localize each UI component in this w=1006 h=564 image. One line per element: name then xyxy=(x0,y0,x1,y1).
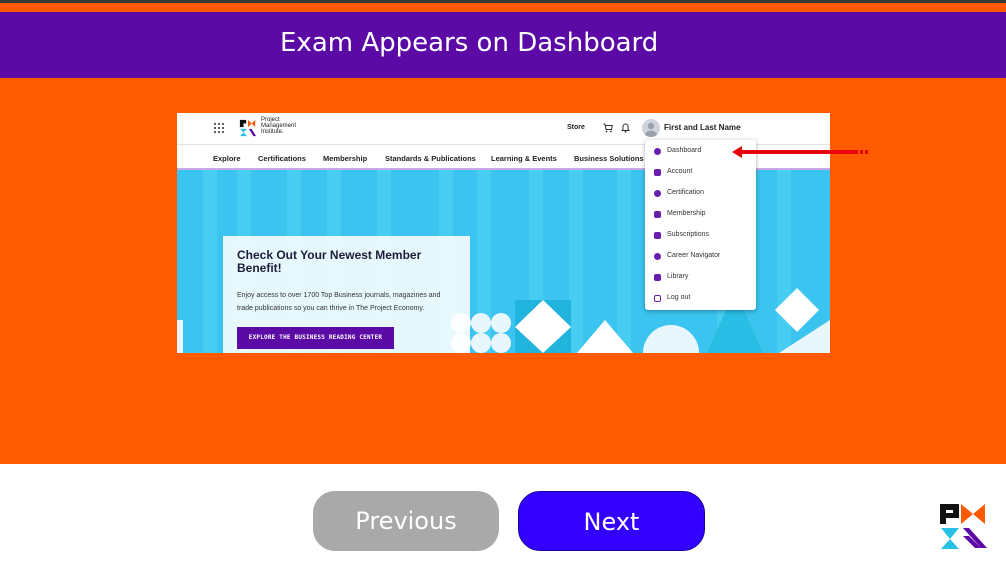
next-button[interactable]: Next xyxy=(518,491,705,551)
pmi-logo xyxy=(940,504,987,549)
promo-title: Check Out Your Newest Member Benefit! xyxy=(237,248,422,275)
dropdown-item-membership[interactable]: Membership xyxy=(645,206,756,224)
explore-reading-center-button[interactable]: EXPLORE THE BUSINESS READING CENTER xyxy=(237,327,394,349)
logo-line: Institute. xyxy=(261,129,284,135)
certification-icon xyxy=(654,190,661,197)
nav-standards-publications[interactable]: Standards & Publications xyxy=(385,154,476,163)
dropdown-item-library[interactable]: Library xyxy=(645,269,756,287)
bell-icon[interactable] xyxy=(621,123,630,133)
membership-icon xyxy=(654,211,661,218)
slide-title: Exam Appears on Dashboard xyxy=(280,28,659,58)
title-banner: Exam Appears on Dashboard xyxy=(0,12,1006,78)
user-dropdown-menu: Dashboard Account Certification Membersh… xyxy=(645,140,756,310)
top-strip xyxy=(0,0,1006,3)
dropdown-item-subscriptions[interactable]: Subscriptions xyxy=(645,227,756,245)
promo-card: Check Out Your Newest Member Benefit! En… xyxy=(223,236,470,353)
site-logo-text: Project Management Institute. xyxy=(261,117,296,135)
user-name[interactable]: First and Last Name xyxy=(664,123,740,132)
dropdown-item-account[interactable]: Account xyxy=(645,164,756,182)
chevron-down-icon[interactable]: ⌄ xyxy=(737,122,743,130)
arrow-icon xyxy=(732,146,868,158)
account-icon xyxy=(654,169,661,176)
promo-body: Enjoy access to over 1700 Top Business j… xyxy=(237,292,441,312)
dropdown-item-label: Membership xyxy=(667,210,706,217)
dropdown-item-log-out[interactable]: Log out xyxy=(645,290,756,308)
dropdown-item-career-navigator[interactable]: Career Navigator xyxy=(645,248,756,266)
dropdown-item-label: Certification xyxy=(667,189,704,196)
avatar-icon[interactable] xyxy=(642,119,660,137)
dropdown-item-label: Library xyxy=(667,273,689,280)
dropdown-item-label: Dashboard xyxy=(667,147,702,154)
previous-button[interactable]: Previous xyxy=(313,491,499,551)
dropdown-item-label: Subscriptions xyxy=(667,231,710,238)
nav-membership[interactable]: Membership xyxy=(323,154,367,163)
nav-business-solutions[interactable]: Business Solutions xyxy=(574,154,644,163)
subscriptions-icon xyxy=(654,232,661,239)
dashboard-icon xyxy=(654,148,661,155)
compass-icon xyxy=(654,253,661,260)
nav-learning-events[interactable]: Learning & Events xyxy=(491,154,557,163)
store-link[interactable]: Store xyxy=(567,124,585,131)
log-out-icon xyxy=(654,295,661,302)
nav-explore[interactable]: Explore xyxy=(213,154,241,163)
nav-certifications[interactable]: Certifications xyxy=(258,154,306,163)
slide-stage: Exam Appears on Dashboard Project Manage… xyxy=(0,0,1006,464)
pmi-logo-small xyxy=(239,119,257,137)
dropdown-item-label: Account xyxy=(667,168,693,175)
library-icon xyxy=(654,274,661,281)
cart-icon[interactable] xyxy=(603,123,613,133)
dropdown-item-label: Log out xyxy=(667,294,691,301)
dropdown-item-certification[interactable]: Certification xyxy=(645,185,756,203)
dropdown-item-label: Career Navigator xyxy=(667,252,721,259)
grid-icon[interactable] xyxy=(213,122,225,134)
